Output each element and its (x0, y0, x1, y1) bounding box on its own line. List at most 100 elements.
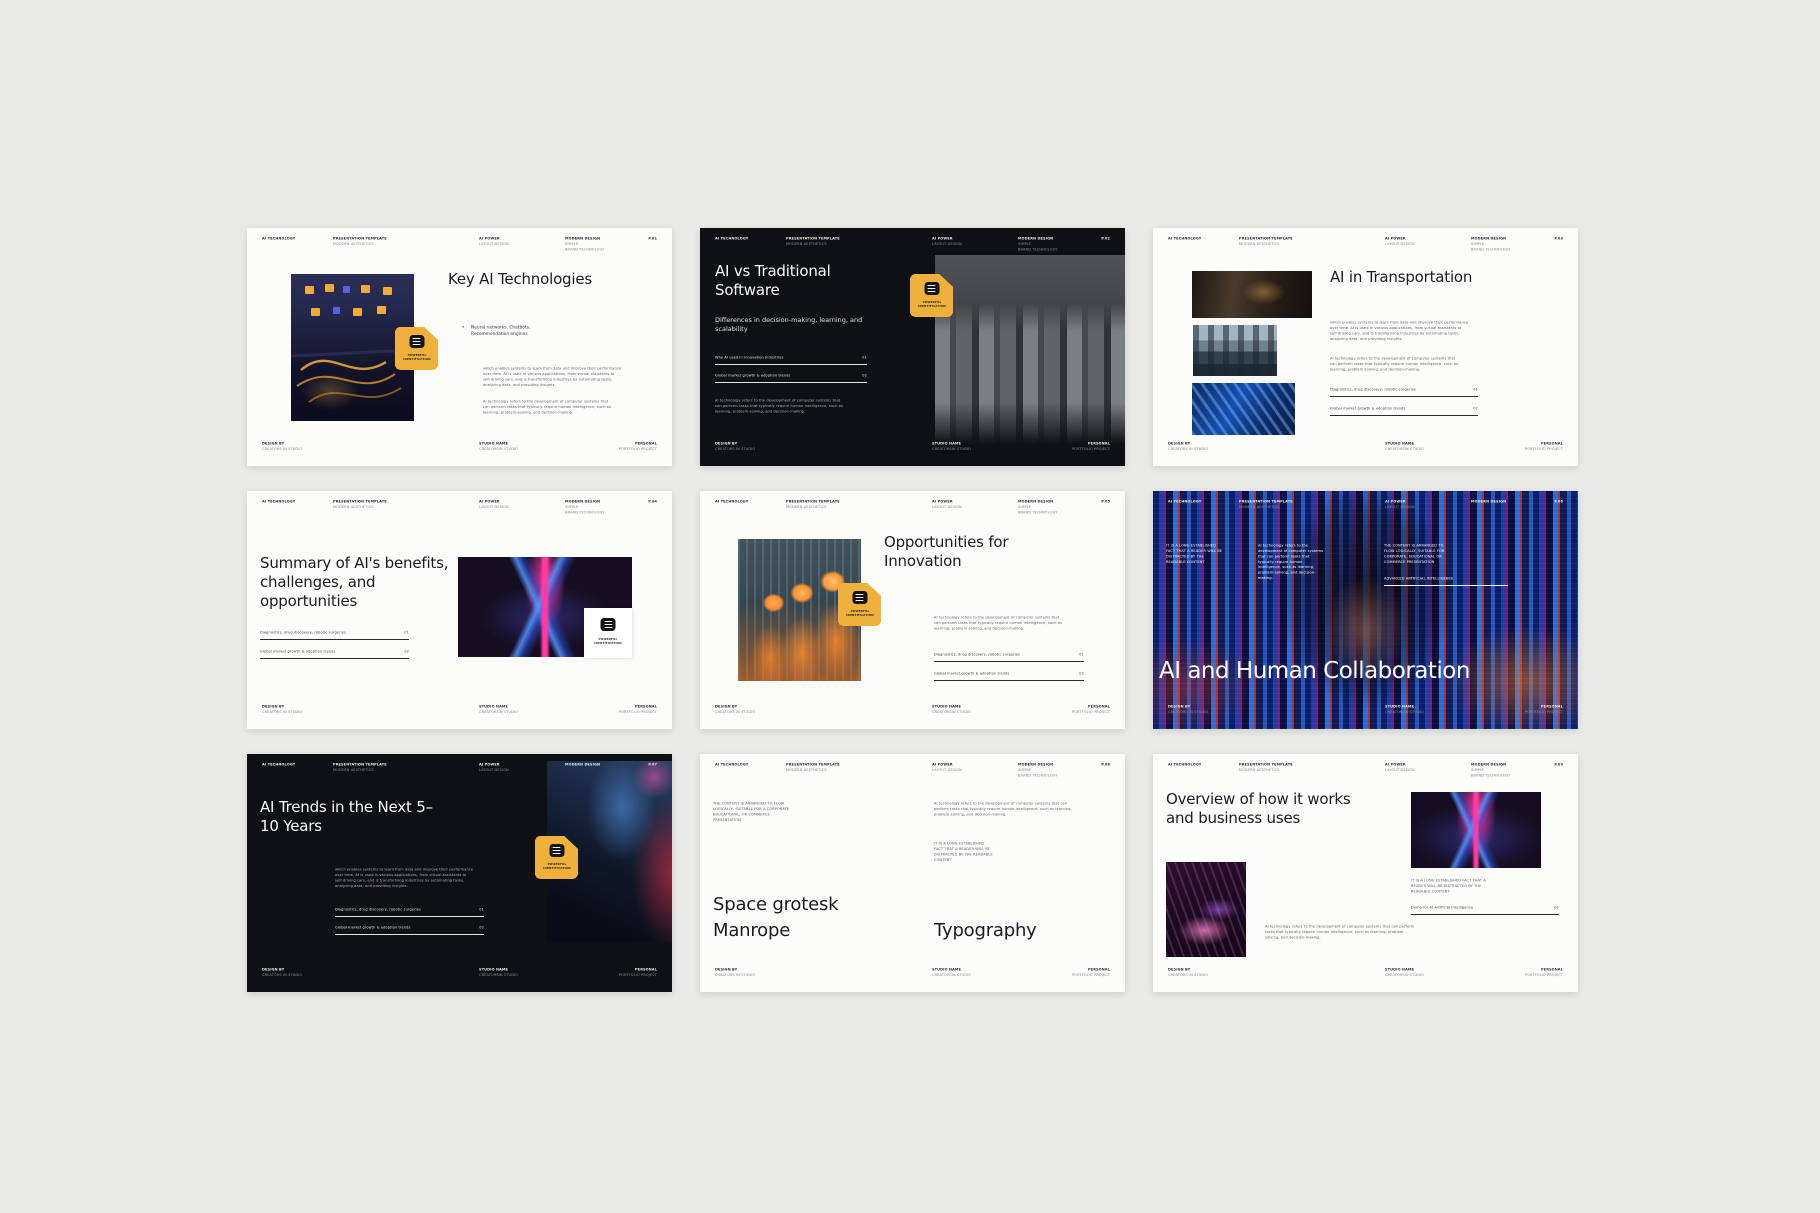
header-brand: AI TECHNOLOGY (715, 499, 795, 504)
body-paragraph-1: which enables systems to learn from data… (1330, 320, 1470, 342)
footer-designby: DESIGN BYCREATORS IN STUDIO (1168, 441, 1268, 452)
body-paragraph: AI technology refers to the development … (934, 801, 1079, 817)
header-power: AI POWERLAYOUT DESIGN (479, 762, 559, 773)
right-note: IT IS A LONG ESTABLISHED FACT THAT A REA… (934, 841, 994, 863)
stat-row-1: Diagnostics, drug discovery, robotic sur… (1330, 386, 1478, 397)
template-showcase-canvas: { "page": {"background": "#e9e9e7"}, "co… (0, 0, 1820, 1213)
footer-personal: PERSONALPORTFOLIO PROJECT (1030, 967, 1110, 978)
stat-row-1: Diagnostics, drug discovery, robotic sur… (260, 629, 409, 640)
header-brand: AI TECHNOLOGY (715, 762, 795, 767)
stat-label: Global market growth & adoption trends (1330, 406, 1460, 411)
stat-label: Global market growth & adoption trends (260, 649, 390, 654)
list-icon (924, 282, 939, 295)
industrial-plant-photo (935, 255, 1125, 444)
footer-personal: PERSONALPORTFOLIO PROJECT (577, 967, 657, 978)
footer-designby: DESIGN BYCREATORS IN STUDIO (1168, 704, 1268, 715)
list-icon (852, 591, 867, 604)
slide-subtitle: Differences in decision-making, learning… (715, 316, 887, 335)
stat-value: 01 (1054, 652, 1084, 657)
stat-label: Diagnostics, drug discovery, robotic sur… (335, 907, 465, 912)
footer-studio: STUDIO NAMECREATORSIN STUDIO (479, 441, 579, 452)
footer-designby: DESIGN BYCREATORS IN STUDIO (262, 704, 362, 715)
footer-designby: DESIGN BYCREATORS IN STUDIO (262, 967, 362, 978)
stat-label: Diagnostics, drug discovery, robotic sur… (934, 652, 1064, 657)
stat-label: Demo for AI Artificial Intelligence (1411, 905, 1541, 910)
header-template: PRESENTATION TEMPLATEMODERN AESTHETICS (1239, 762, 1339, 773)
tag-row: ADVANCED ARTIFICIAL INTELLIGENCE (1384, 575, 1508, 586)
stat-value: 01 (379, 630, 409, 635)
page-number: P.01 (607, 236, 657, 241)
body-paragraph: AI technology refers to the development … (715, 398, 845, 414)
slide-title: Overview of how it works and business us… (1166, 790, 1366, 828)
footer-designby: DESIGN BYCREATORS IN STUDIO (715, 967, 815, 978)
header-template: PRESENTATION TEMPLATEMODERN AESTHETICS (1239, 499, 1339, 510)
footer-studio: STUDIO NAMECREATORSIN STUDIO (1385, 704, 1485, 715)
slide-ai-in-transportation: AI TECHNOLOGY PRESENTATION TEMPLATEMODER… (1153, 228, 1578, 466)
page-number: P.04 (607, 499, 657, 504)
footer-personal: PERSONALPORTFOLIO PROJECT (1030, 704, 1110, 715)
slide-title: Opportunities for Innovation (884, 533, 1044, 571)
header-power: AI POWERLAYOUT DESIGN (1385, 236, 1465, 247)
header-brand: AI TECHNOLOGY (1168, 762, 1248, 767)
powerful-identification-badge: POWERFULIDENTIFICATION (395, 327, 438, 370)
footer-studio: STUDIO NAMECREATORSIN STUDIO (479, 704, 579, 715)
stat-label: Why AI used in innovation industries (715, 355, 845, 360)
stat-row-1: Diagnostics, drug discovery, robotic sur… (335, 906, 484, 917)
header-template: PRESENTATION TEMPLATEMODERN AESTHETICS (786, 236, 886, 247)
page-number: P.02 (1060, 236, 1110, 241)
footer-personal: PERSONALPORTFOLIO PROJECT (1483, 704, 1563, 715)
code-face-photo (1153, 491, 1578, 729)
right-note: THE CONTENT IS ARRANGED TO FLOW LOGICALL… (1384, 543, 1452, 565)
stat-value: 02 (1054, 671, 1084, 676)
badge-label: POWERFULIDENTIFICATION (399, 353, 435, 361)
right-note: IT IS A LONG ESTABLISHED FACT THAT A REA… (1411, 878, 1486, 894)
card-label: POWERFULIDENTIFICATION (590, 637, 626, 645)
stat-value: 01 (1448, 387, 1478, 392)
header-brand: AI TECHNOLOGY (262, 762, 342, 767)
stat-row-2: Global market growth & adoption trends 0… (715, 372, 867, 383)
badge-label: POWERFULIDENTIFICATION (842, 609, 878, 617)
footer-studio: STUDIO NAMECREATORSIN STUDIO (932, 441, 1032, 452)
footer-designby: DESIGN BYCREATORS IN STUDIO (715, 704, 815, 715)
typography-heading: Typography (934, 920, 1125, 943)
blue-cables-photo (1192, 383, 1295, 435)
page-number: P.06 (1513, 499, 1563, 504)
stat-label: Diagnostics, drug discovery, robotic sur… (1330, 387, 1460, 392)
tag-label: ADVANCED ARTIFICIAL INTELLIGENCE (1384, 576, 1508, 581)
header-power: AI POWERLAYOUT DESIGN (1385, 499, 1465, 510)
left-note: THE CONTENT IS ARRANGED TO FLOW LOGICALL… (713, 801, 793, 823)
slide-key-ai-technologies: AI TECHNOLOGY PRESENTATION TEMPLATEMODER… (247, 228, 672, 466)
stat-label: Diagnostics, drug discovery, robotic sur… (260, 630, 390, 635)
page-number: P.08 (1060, 762, 1110, 767)
slide-grid: AI TECHNOLOGY PRESENTATION TEMPLATEMODER… (247, 228, 1578, 992)
stat-row-2: Global market growth & adoption trends 0… (335, 924, 484, 935)
stat-row-1: Diagnostics, drug discovery, robotic sur… (934, 651, 1084, 662)
machinery-photo (1192, 271, 1312, 318)
stat-label: Global market growth & adoption trends (335, 925, 465, 930)
header-template: PRESENTATION TEMPLATEMODERN AESTHETICS (333, 762, 433, 773)
powerful-identification-card: POWERFULIDENTIFICATION (584, 608, 632, 658)
body-paragraph: which enables systems to learn from data… (335, 867, 475, 889)
stat-value: 02 (379, 649, 409, 654)
slide-ai-trends-next-years: AI TECHNOLOGY PRESENTATION TEMPLATEMODER… (247, 754, 672, 992)
page-number: P.09 (1513, 762, 1563, 767)
body-paragraph-1: which enables systems to learn from data… (483, 366, 623, 388)
header-power: AI POWERLAYOUT DESIGN (932, 499, 1012, 510)
badge-label: POWERFULIDENTIFICATION (539, 862, 575, 870)
header-brand: AI TECHNOLOGY (262, 499, 342, 504)
list-icon (601, 618, 616, 631)
stat-value: 02 (454, 925, 484, 930)
footer-personal: PERSONALPORTFOLIO PROJECT (1483, 441, 1563, 452)
footer-studio: STUDIO NAMECREATORSIN STUDIO (932, 967, 1032, 978)
slide-title: AI Trends in the Next 5–10 Years (260, 798, 440, 836)
page-number: P.07 (607, 762, 657, 767)
slide-title: Key AI Technologies (448, 270, 598, 289)
header-power: AI POWERLAYOUT DESIGN (1385, 762, 1465, 773)
header-power: AI POWERLAYOUT DESIGN (932, 236, 1012, 247)
header-brand: AI TECHNOLOGY (1168, 499, 1248, 504)
page-number: P.05 (1060, 499, 1110, 504)
slide-title: AI in Transportation (1330, 268, 1540, 287)
slide-summary-of-ai-benefits: AI TECHNOLOGY PRESENTATION TEMPLATEMODER… (247, 491, 672, 729)
power-station-photo (1193, 325, 1277, 376)
powerful-identification-badge: POWERFULIDENTIFICATION (838, 583, 881, 626)
